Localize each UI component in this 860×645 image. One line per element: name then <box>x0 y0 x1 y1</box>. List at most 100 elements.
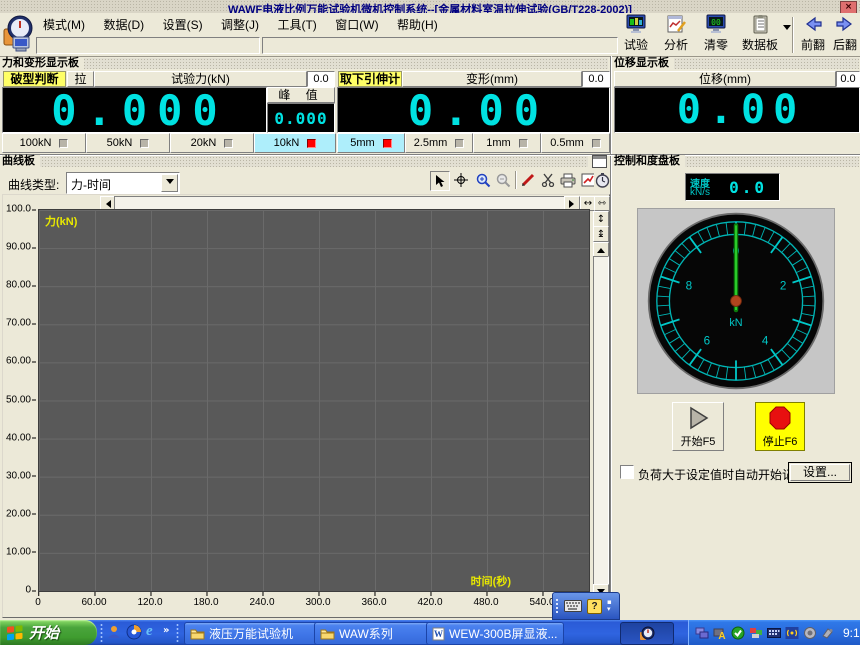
force-range-20kn-button[interactable]: 20kN <box>170 133 254 153</box>
chart-vscroll-track[interactable] <box>593 256 609 586</box>
toolbar-databoard-label: 数据板 <box>742 36 778 53</box>
status-field-left <box>36 37 260 54</box>
svg-text:A: A <box>718 631 725 640</box>
deform-range-2.5mm-button[interactable]: 2.5mm <box>405 133 473 153</box>
tray-security-check-icon[interactable] <box>731 626 745 640</box>
start-button[interactable]: 开始F5 <box>672 402 724 451</box>
force-range-10kn-button[interactable]: 10kN <box>254 133 336 153</box>
databoard-dropdown-arrow[interactable] <box>783 25 791 34</box>
toolbar-test-button[interactable]: 试验 <box>618 14 654 54</box>
timer-icon[interactable] <box>594 171 610 189</box>
force-range-100kn-button[interactable]: 100kN <box>2 133 86 153</box>
task-button-document[interactable]: W WEW-300B屏显液... <box>426 622 564 645</box>
menu-tools[interactable]: 工具(T) <box>270 14 323 35</box>
chart-plot-area[interactable]: 力(kN) 时间(秒) <box>38 209 590 592</box>
range-label: 10kN <box>274 137 300 149</box>
gauge-unit-label: kN <box>729 317 742 329</box>
taskbar-grip[interactable] <box>176 623 179 642</box>
tray-wireless-icon[interactable] <box>785 626 799 640</box>
gauge-needle-hub <box>731 296 742 307</box>
deform-range-1mm-button[interactable]: 1mm <box>473 133 541 153</box>
tray-volume-icon[interactable] <box>803 626 817 640</box>
crosshair-tool-icon[interactable] <box>452 171 470 189</box>
x-axis-tick-label: 60.00 <box>81 597 106 608</box>
gauge-app-icon <box>639 626 655 642</box>
fit-height-button[interactable]: ↕ <box>593 211 609 227</box>
stop-button[interactable]: 停止F6 <box>755 402 805 451</box>
fit-vertical-button[interactable]: ↨ <box>593 226 609 242</box>
menu-help[interactable]: 帮助(H) <box>390 14 445 35</box>
quick-launch-messenger-icon[interactable] <box>106 624 122 640</box>
zoom-in-tool-icon[interactable] <box>474 171 492 189</box>
databoard-icon <box>749 14 771 34</box>
tray-warning-icon[interactable]: A <box>713 626 727 640</box>
pen-tool-icon[interactable] <box>519 171 537 189</box>
tray-network-icon[interactable] <box>695 626 709 640</box>
curve-type-value: 力-时间 <box>71 176 111 193</box>
force-display: 0.000 <box>2 87 267 133</box>
x-axis-tick-label: 120.0 <box>137 597 162 608</box>
scissors-tool-icon[interactable] <box>539 171 557 189</box>
task-button-active-app[interactable] <box>620 622 674 645</box>
zoom-out-tool-icon[interactable] <box>494 171 512 189</box>
auto-record-label: 负荷大于设定值时自动开始记录 <box>638 466 806 483</box>
force-deform-panel: 力和变形显示板 破型判断 拉 试验力(kN) 0.0 0.000 峰 值 0.0… <box>0 57 610 154</box>
menu-data[interactable]: 数据(D) <box>96 14 151 35</box>
tray-usb-device-icon[interactable] <box>821 626 835 640</box>
force-range-50kn-button[interactable]: 50kN <box>86 133 170 153</box>
curve-type-dropdown-arrow[interactable] <box>161 174 178 192</box>
toolbar-zero-button[interactable]: 00 清零 <box>698 14 734 54</box>
panel-window-icon[interactable] <box>592 155 607 168</box>
task-button-folder-1[interactable]: 液压万能试验机 <box>184 622 320 645</box>
range-led <box>224 139 233 148</box>
start-menu-button[interactable]: 开始 <box>0 620 97 645</box>
tray-keyboard-layout-icon[interactable] <box>767 626 781 640</box>
deform-rate-value: 0.0 <box>582 71 610 87</box>
task-button-folder-2[interactable]: WAW系列 <box>314 622 432 645</box>
speed-display: 速度 kN/s 0.0 <box>685 173 780 201</box>
deform-range-0.5mm-button[interactable]: 0.5mm <box>541 133 610 153</box>
zero-icon: 00 <box>705 14 727 34</box>
print-icon[interactable] <box>559 171 577 189</box>
title-bar: WAWF电液比例万能试验机微机控制系统--[金属材料室温拉伸试验(GB/T228… <box>0 0 860 13</box>
taskbar: 开始 e » 液压万能试验机 WAW系列 W WEW-300B屏显液... A … <box>0 620 860 645</box>
toolbar-databoard-button[interactable]: 数据板 <box>738 14 782 54</box>
menu-settings[interactable]: 设置(S) <box>156 14 210 35</box>
gauge-number: 8 <box>686 279 693 292</box>
x-axis-tick-label: 0 <box>35 597 41 608</box>
y-axis-tick-label: 30.00 <box>6 470 31 481</box>
app-icon[interactable] <box>3 15 34 53</box>
curve-type-select[interactable]: 力-时间 <box>66 172 180 194</box>
extensometer-label: 取下引伸计 <box>338 71 402 87</box>
range-label: 2.5mm <box>414 137 448 149</box>
task-button-label: WEW-300B屏显液... <box>449 625 557 642</box>
menu-adjust[interactable]: 调整(J) <box>214 14 266 35</box>
toolbar-next-button[interactable]: 后翻 <box>830 14 860 54</box>
language-bar-options[interactable]: ▪▾ <box>607 599 612 613</box>
help-balloon-icon[interactable]: ? <box>587 599 602 614</box>
deform-display: 0.00 <box>337 87 610 133</box>
settings-button-label: 设置... <box>790 464 850 481</box>
quick-launch-ie-icon[interactable]: e <box>146 623 162 641</box>
quick-launch-media-player-icon[interactable] <box>126 624 142 640</box>
keyboard-icon[interactable] <box>564 600 582 612</box>
fit-page-button[interactable]: ⇿ <box>594 196 610 211</box>
deform-range-5mm-button[interactable]: 5mm <box>337 133 405 153</box>
auto-record-checkbox[interactable] <box>620 465 634 479</box>
taskbar-clock[interactable]: 9:10 <box>843 626 860 640</box>
quick-launch-grip[interactable] <box>100 623 103 642</box>
force-rate-value: 0.0 <box>307 71 335 87</box>
toolbar-prev-button[interactable]: 前翻 <box>798 14 828 54</box>
speed-unit: kN/s <box>690 187 710 198</box>
menu-window[interactable]: 窗口(W) <box>328 14 385 35</box>
settings-button[interactable]: 设置... <box>788 462 852 483</box>
range-led <box>59 139 68 148</box>
language-bar-grip[interactable] <box>555 598 560 614</box>
tray-app-icon[interactable] <box>749 626 763 640</box>
toolbar-analyze-button[interactable]: 分析 <box>658 14 694 54</box>
cursor-tool-icon[interactable] <box>430 171 450 191</box>
menu-mode[interactable]: 模式(M) <box>36 14 92 35</box>
quick-launch-overflow-chevron[interactable]: » <box>163 625 169 636</box>
language-bar[interactable]: ? ▪▾ <box>552 592 620 620</box>
chart-toolbar-separator <box>515 171 517 189</box>
